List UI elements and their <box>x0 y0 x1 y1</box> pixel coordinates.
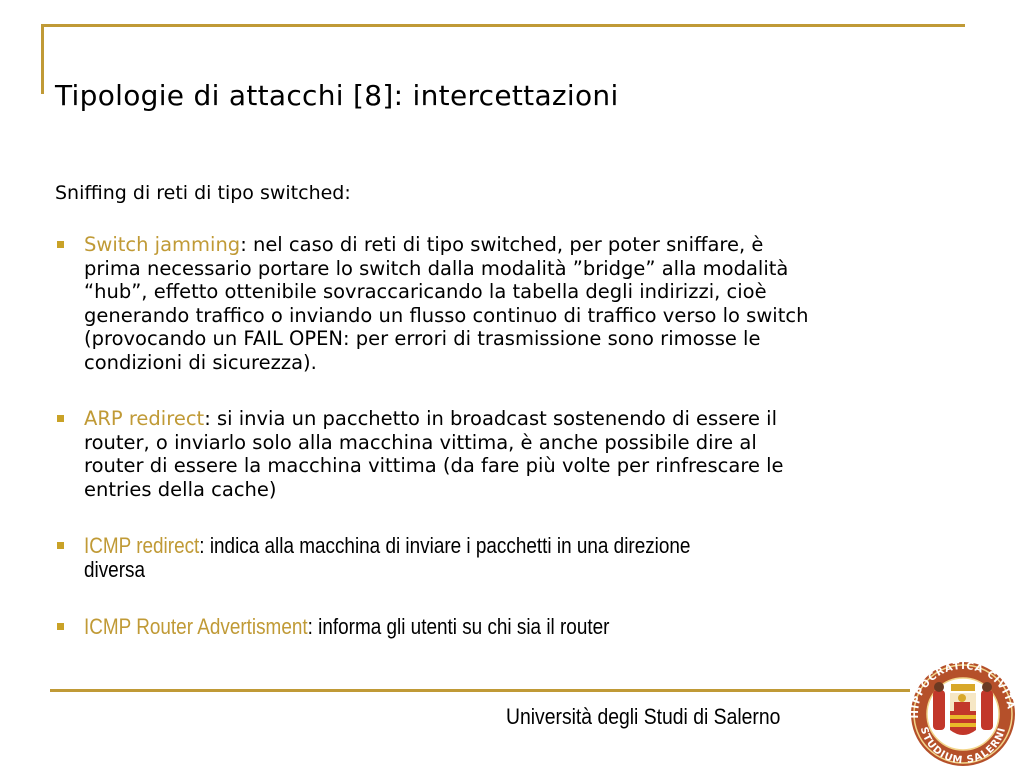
bullet-line: router di essere la macchina vittima (da… <box>84 454 784 477</box>
bullet-line: generando traffico o inviando un flusso … <box>84 303 809 327</box>
seal-crown-icon <box>951 684 975 691</box>
bullet-marker-icon <box>57 542 64 549</box>
intro-text: Sniffing di reti di tipo switched: <box>55 182 351 204</box>
university-seal-logo: HIPPOCRATICA CIVITAS STUDIUM SALERNI <box>902 660 1015 766</box>
seal-right-figure-icon <box>981 690 993 730</box>
bullet-line: condizioni di sicurezza). <box>84 350 317 374</box>
seal-shield-stripes-icon <box>950 711 976 715</box>
bullet-line: prima necessario portare lo switch dalla… <box>84 256 789 280</box>
bullet-icmp-router-advertisment: ICMP Router Advertisment: informa gli ut… <box>55 615 695 639</box>
bullet-switch-jamming: Switch jamming: nel caso di reti di tipo… <box>55 233 808 374</box>
bullet-line: (provocando un FAIL OPEN: per errori di … <box>84 327 761 350</box>
bullet-arp-redirect: ARP redirect: si invia un pacchetto in b… <box>55 407 784 501</box>
bullet-term: ICMP Router Advertisment <box>84 614 308 639</box>
bullet-term: ARP redirect <box>84 407 205 430</box>
footer-institution: Università degli Studi di Salerno <box>506 704 781 729</box>
bullet-marker-icon <box>57 241 64 248</box>
bullet-line: entries della cache) <box>84 477 277 501</box>
bullet-term: Switch jamming <box>84 233 241 256</box>
bullet-line: ARP redirect: si invia un pacchetto in b… <box>84 407 777 430</box>
footer-rule <box>50 689 910 692</box>
bullet-line: diversa <box>84 556 145 582</box>
bullet-line: router, o inviarlo solo alla macchina vi… <box>84 430 757 454</box>
bullet-line: ICMP Router Advertisment: informa gli ut… <box>84 614 610 639</box>
bullet-line: ICMP redirect: indica alla macchina di i… <box>84 533 691 558</box>
slide-title: Tipologie di attacchi [8]: intercettazio… <box>55 78 619 112</box>
bullet-term: ICMP redirect <box>84 533 200 558</box>
bullet-icmp-redirect: ICMP redirect: indica alla macchina di i… <box>55 534 789 581</box>
bullet-marker-icon <box>57 415 64 422</box>
bullet-line: “hub”, effetto ottenibile sovraccaricand… <box>84 280 767 303</box>
bullet-marker-icon <box>57 623 64 630</box>
header-side-rule <box>41 24 44 94</box>
bullet-line: Switch jamming: nel caso di reti di tipo… <box>84 233 764 256</box>
header-rule <box>41 24 965 27</box>
seal-left-figure-icon <box>933 690 945 730</box>
